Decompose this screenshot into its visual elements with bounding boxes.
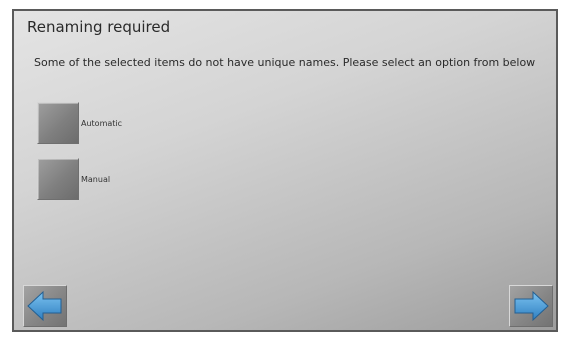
renaming-dialog: Renaming required Some of the selected i… [12,9,558,332]
option-automatic[interactable]: Automatic [37,102,122,144]
next-button[interactable] [509,285,553,327]
option-manual[interactable]: Manual [37,158,110,200]
back-button[interactable] [23,285,67,327]
dialog-title: Renaming required [27,18,171,36]
option-manual-button[interactable] [37,158,79,200]
option-automatic-label: Automatic [81,118,123,128]
arrow-left-icon [27,290,62,322]
arrow-right-icon [514,290,549,322]
dialog-message: Some of the selected items do not have u… [34,56,536,69]
option-automatic-button[interactable] [37,102,79,144]
option-manual-label: Manual [81,174,111,184]
